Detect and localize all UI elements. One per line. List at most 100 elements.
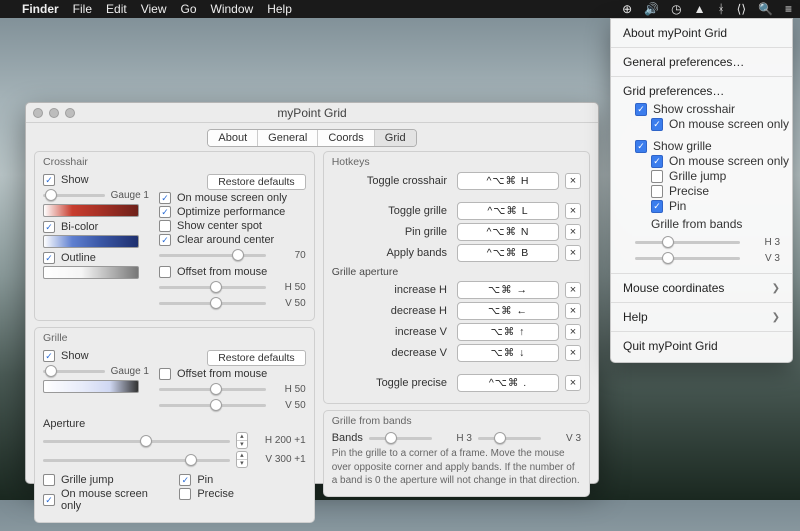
zoom-button[interactable] — [65, 108, 75, 118]
close-button[interactable] — [33, 108, 43, 118]
menu-show-crosshair-checkbox[interactable] — [635, 103, 647, 116]
menu-grid-prefs[interactable]: Grid preferences… — [611, 81, 792, 101]
menu-bands-title: Grille from bands — [635, 214, 792, 231]
menu-file[interactable]: File — [73, 2, 92, 16]
menu-help[interactable]: Help — [267, 2, 292, 16]
aperture-v-slider[interactable] — [43, 453, 230, 467]
menu-edit[interactable]: Edit — [106, 2, 127, 16]
tab-about[interactable]: About — [208, 130, 258, 146]
grille-pin-checkbox[interactable] — [179, 474, 191, 486]
hk-dec-v-field[interactable]: ⌥⌘ ↓ — [457, 344, 559, 362]
outline-checkbox[interactable] — [43, 252, 55, 264]
menu-show-grille-checkbox[interactable] — [635, 140, 647, 153]
hk-toggle-grille-field[interactable]: ^⌥⌘ L — [457, 202, 559, 220]
minimize-button[interactable] — [49, 108, 59, 118]
menu-quit[interactable]: Quit myPoint Grid — [611, 336, 792, 356]
clearcenter-checkbox[interactable] — [159, 234, 171, 246]
menu-pin-checkbox[interactable] — [651, 200, 663, 213]
menu-bands-v-slider[interactable] — [635, 251, 740, 265]
bicolor-swatch[interactable] — [43, 235, 139, 248]
menu-help[interactable]: Help❯ — [611, 307, 792, 327]
aperture-v-stepper[interactable]: ▴▾ — [236, 451, 248, 468]
hk-toggle-crosshair-clear[interactable]: × — [565, 173, 581, 189]
crosshair-restore-button[interactable]: Restore defaults — [207, 174, 305, 190]
grille-offset-h-slider[interactable] — [159, 382, 266, 396]
aperture-label: Aperture — [43, 418, 306, 430]
hk-inc-h-field[interactable]: ⌥⌘ → — [457, 281, 559, 299]
hk-apply-bands-clear[interactable]: × — [565, 245, 581, 261]
menu-view[interactable]: View — [141, 2, 167, 16]
menu-about[interactable]: About myPoint Grid — [611, 23, 792, 43]
hk-toggle-precise-field[interactable]: ^⌥⌘ . — [457, 374, 559, 392]
hk-dec-h-field[interactable]: ⌥⌘ ← — [457, 302, 559, 320]
crosshair-gauge-slider[interactable] — [43, 188, 105, 202]
hk-pin-grille-clear[interactable]: × — [565, 224, 581, 240]
bicolor-label: Bi-color — [61, 221, 98, 233]
grille-precise-checkbox[interactable] — [179, 488, 191, 500]
tab-general[interactable]: General — [258, 130, 318, 146]
menu-general-prefs[interactable]: General preferences… — [611, 52, 792, 72]
optimize-checkbox[interactable] — [159, 206, 171, 218]
grille-onmouse-checkbox[interactable] — [43, 494, 55, 506]
hk-inc-v-clear[interactable]: × — [565, 324, 581, 340]
volume-icon[interactable]: 🔊 — [644, 2, 659, 16]
grille-swatch[interactable] — [43, 380, 139, 393]
menu-separator — [611, 331, 792, 332]
menu-bands-h-slider[interactable] — [635, 235, 740, 249]
menu-go[interactable]: Go — [181, 2, 197, 16]
menu-precise-checkbox[interactable] — [651, 185, 663, 198]
grille-jump-checkbox[interactable] — [43, 474, 55, 486]
clock-icon[interactable]: ◷ — [671, 2, 681, 16]
tab-coords[interactable]: Coords — [318, 130, 374, 146]
notifications-icon[interactable]: ≡ — [785, 2, 792, 16]
spotlight-icon[interactable]: 🔍 — [758, 2, 773, 16]
optimize-label: Optimize performance — [177, 206, 285, 218]
bands-v-slider[interactable] — [478, 431, 541, 445]
hk-toggle-grille-clear[interactable]: × — [565, 203, 581, 219]
app-menu[interactable]: Finder — [22, 2, 59, 16]
tab-grid[interactable]: Grid — [375, 130, 416, 146]
sync-icon[interactable]: ▲ — [694, 2, 706, 16]
menu-ch-onmouse-checkbox[interactable] — [651, 118, 663, 131]
crosshair-offset-h-slider[interactable] — [159, 280, 266, 294]
menu-separator — [611, 47, 792, 48]
hk-apply-bands-field[interactable]: ^⌥⌘ B — [457, 244, 559, 262]
grille-precise-label: Precise — [197, 488, 234, 500]
aperture-h-slider[interactable] — [43, 434, 230, 448]
outline-swatch[interactable] — [43, 266, 139, 279]
wifi-icon[interactable]: ⟨⟩ — [737, 2, 746, 16]
menu-grille-jump-checkbox[interactable] — [651, 170, 663, 183]
hk-dec-h-clear[interactable]: × — [565, 303, 581, 319]
menu-window[interactable]: Window — [211, 2, 254, 16]
hk-toggle-precise-clear[interactable]: × — [565, 375, 581, 391]
hk-aperture-title: Grille aperture — [332, 266, 581, 278]
crosshair-offset-checkbox[interactable] — [159, 266, 171, 278]
grille-show-checkbox[interactable] — [43, 350, 55, 362]
crosshair-offset-v-slider[interactable] — [159, 296, 266, 310]
crosshair-show-checkbox[interactable] — [43, 174, 55, 186]
aperture-v-value: V 300 +1 — [254, 454, 306, 465]
hk-inc-v-field[interactable]: ⌥⌘ ↑ — [457, 323, 559, 341]
menu-gr-onmouse-checkbox[interactable] — [651, 155, 663, 168]
globe-icon[interactable]: ⊕ — [622, 2, 632, 16]
menu-mouse-coords[interactable]: Mouse coordinates❯ — [611, 278, 792, 298]
hk-inc-h-clear[interactable]: × — [565, 282, 581, 298]
centerspot-checkbox[interactable] — [159, 220, 171, 232]
bands-h-slider[interactable] — [369, 431, 432, 445]
hk-pin-grille-field[interactable]: ^⌥⌘ N — [457, 223, 559, 241]
hk-dec-v-clear[interactable]: × — [565, 345, 581, 361]
hotkeys-group: Hotkeys Toggle crosshair^⌥⌘ H× Toggle gr… — [323, 151, 590, 404]
bicolor-checkbox[interactable] — [43, 221, 55, 233]
crosshair-color-swatch[interactable] — [43, 204, 139, 217]
grille-gauge-slider[interactable] — [43, 364, 105, 378]
grille-offset-checkbox[interactable] — [159, 368, 171, 380]
crosshair-offset-label: Offset from mouse — [177, 266, 267, 278]
crosshair-onmouse-checkbox[interactable] — [159, 192, 171, 204]
grille-offset-v-slider[interactable] — [159, 398, 266, 412]
bluetooth-icon[interactable]: ᚼ — [717, 2, 724, 16]
aperture-h-stepper[interactable]: ▴▾ — [236, 432, 248, 449]
grille-restore-button[interactable]: Restore defaults — [207, 350, 305, 366]
hk-toggle-crosshair-field[interactable]: ^⌥⌘ H — [457, 172, 559, 190]
clearcenter-slider[interactable] — [159, 248, 266, 262]
menu-show-grille-label: Show grille — [653, 139, 712, 153]
